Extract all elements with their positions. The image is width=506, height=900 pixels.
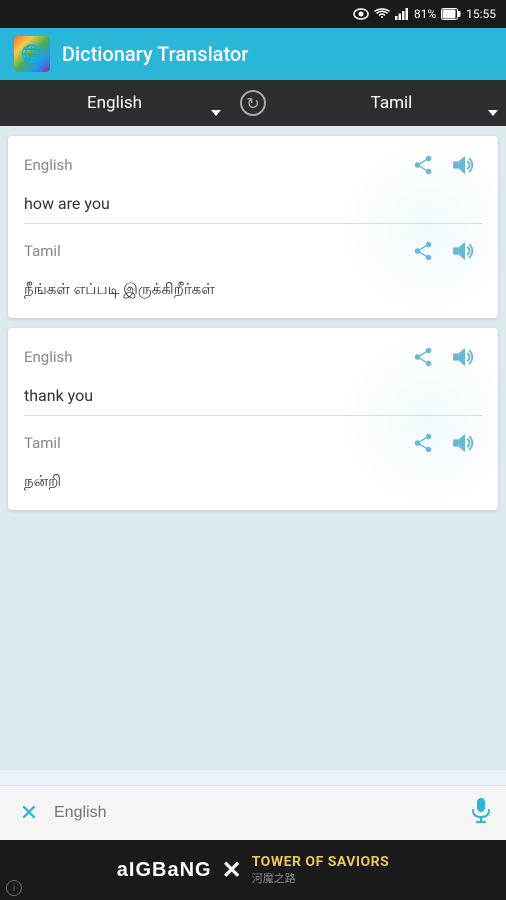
speaker-icon-target-2 (452, 432, 478, 454)
ad-separator: ✕ (222, 856, 242, 884)
signal-icon (395, 8, 409, 20)
card-section-target-1: Tamil (24, 234, 482, 306)
card-actions-source-1 (406, 148, 482, 182)
ad-tower-info: TOWER OF SAVIORS 河魔之路 (252, 854, 390, 886)
card-source-text-1: how are you (24, 188, 482, 224)
card-header-target-2: Tamil (24, 426, 482, 460)
card-actions-source-2 (406, 340, 482, 374)
ad-tower-subtext: 河魔之路 (252, 870, 390, 886)
share-target-button-1[interactable] (406, 234, 440, 268)
bottom-input-bar: ✕ (0, 785, 506, 840)
share-source-button-1[interactable] (406, 148, 440, 182)
battery-level: 81% (414, 7, 436, 21)
card-section-source-2: English (24, 340, 482, 416)
card-header-target-1: Tamil (24, 234, 482, 268)
language-bar: English Tamil (0, 80, 506, 126)
share-icon-2 (412, 346, 434, 368)
speak-source-button-2[interactable] (448, 340, 482, 374)
card-source-lang-label-2: English (24, 348, 73, 366)
target-language-button[interactable]: Tamil (277, 80, 506, 126)
clear-button[interactable]: ✕ (14, 801, 44, 826)
card-target-text-2: நன்றி (24, 466, 482, 498)
translation-card-2: English (8, 328, 498, 510)
card-actions-target-1 (406, 234, 482, 268)
microphone-icon (470, 797, 492, 823)
ad-brand-name: aIGBaNG (117, 859, 212, 882)
swap-languages-button[interactable] (229, 80, 277, 126)
app-title: Dictionary Translator (62, 42, 248, 66)
swap-icon (240, 90, 266, 116)
card-header-source-1: English (24, 148, 482, 182)
status-icons: 81% 15:55 (353, 7, 496, 21)
eye-icon (353, 8, 369, 20)
share-icon-target-1 (412, 240, 434, 262)
status-bar: 81% 15:55 (0, 0, 506, 28)
share-icon-target-2 (412, 432, 434, 454)
battery-icon (441, 8, 461, 20)
speaker-icon-1 (452, 154, 478, 176)
speak-target-button-1[interactable] (448, 234, 482, 268)
ad-banner: aIGBaNG ✕ TOWER OF SAVIORS 河魔之路 i (0, 840, 506, 900)
card-target-lang-label-1: Tamil (24, 242, 61, 260)
ad-tower-name: TOWER OF SAVIORS (252, 854, 390, 870)
time-display: 15:55 (466, 7, 496, 21)
card-section-source-1: English (24, 148, 482, 224)
ad-content: aIGBaNG ✕ TOWER OF SAVIORS 河魔之路 (117, 854, 389, 886)
app-logo: 🌐 (14, 36, 50, 72)
speak-source-button-1[interactable] (448, 148, 482, 182)
app-header: 🌐 Dictionary Translator (0, 28, 506, 80)
share-target-button-2[interactable] (406, 426, 440, 460)
card-target-lang-label-2: Tamil (24, 434, 61, 452)
microphone-button[interactable] (470, 797, 492, 829)
card-section-target-2: Tamil (24, 426, 482, 498)
translation-input[interactable] (54, 804, 460, 822)
ad-info-icon[interactable]: i (6, 880, 22, 896)
speaker-icon-target-1 (452, 240, 478, 262)
card-source-text-2: thank you (24, 380, 482, 416)
translation-card-1: English (8, 136, 498, 318)
wifi-icon (374, 8, 390, 20)
source-language-label: English (87, 93, 142, 113)
card-actions-target-2 (406, 426, 482, 460)
speak-target-button-2[interactable] (448, 426, 482, 460)
card-header-source-2: English (24, 340, 482, 374)
source-language-button[interactable]: English (0, 80, 229, 126)
card-source-lang-label-1: English (24, 156, 73, 174)
target-language-label: Tamil (371, 93, 413, 113)
card-target-text-1: நீங்கள் எப்படி இருக்கிறீர்கள் (24, 274, 482, 306)
main-content: English (0, 126, 506, 770)
share-source-button-2[interactable] (406, 340, 440, 374)
speaker-icon-2 (452, 346, 478, 368)
share-icon-1 (412, 154, 434, 176)
